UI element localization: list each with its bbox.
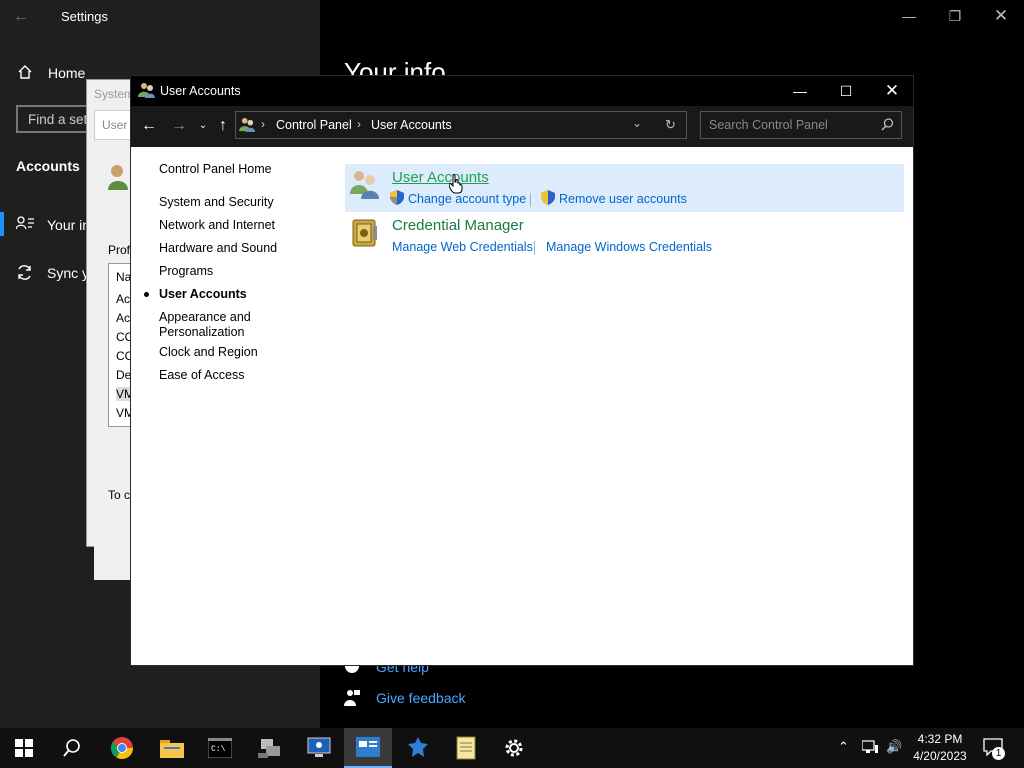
breadcrumb-control-panel[interactable]: Control Panel — [276, 118, 352, 132]
restore-icon[interactable]: ❐ — [932, 0, 978, 32]
control-panel-window: User Accounts — ☐ ✕ ← → ⌄ ↑ › Control Pa… — [130, 75, 914, 666]
cp-content: Control Panel Home System and Security N… — [131, 147, 913, 665]
user-accounts-title-link[interactable]: User Accounts — [392, 169, 489, 186]
notepad-icon[interactable] — [442, 728, 490, 768]
svg-text:C:\: C:\ — [211, 745, 226, 754]
home-icon — [17, 64, 33, 84]
nav-sync[interactable]: Sync y — [47, 265, 89, 281]
back-icon[interactable]: ← — [138, 115, 160, 137]
nav-system-security[interactable]: System and Security — [159, 195, 274, 210]
credential-manager-title-link[interactable]: Credential Manager — [392, 217, 524, 234]
give-feedback-link[interactable]: Give feedback — [376, 690, 466, 706]
clock-date: 4/20/2023 — [913, 749, 967, 763]
cp-maximize-icon[interactable]: ☐ — [823, 75, 869, 107]
file-explorer-icon[interactable] — [148, 728, 196, 768]
app-icon[interactable] — [394, 728, 442, 768]
sysprops-title: System — [94, 87, 135, 101]
clock-time: 4:32 PM — [917, 732, 963, 746]
address-users-icon — [239, 117, 256, 137]
back-arrow-icon[interactable]: ← — [13, 8, 29, 26]
nav-home[interactable]: Home — [48, 65, 85, 81]
cp-search-placeholder: Search Control Panel — [709, 118, 828, 132]
category-user-accounts[interactable]: User Accounts Change account type Remove… — [345, 164, 904, 212]
shield-icon — [541, 190, 555, 210]
hand-cursor-icon — [448, 174, 463, 199]
active-bullet — [144, 292, 149, 297]
volume-icon[interactable]: 🔊 — [886, 739, 902, 755]
start-windows-icon[interactable] — [0, 728, 48, 768]
search-icon[interactable] — [881, 118, 894, 136]
network-app-icon[interactable] — [246, 728, 294, 768]
nav-ease-of-access[interactable]: Ease of Access — [159, 368, 244, 383]
chrome-icon[interactable] — [98, 728, 146, 768]
cp-close-icon[interactable]: ✕ — [869, 75, 915, 107]
control-panel-home-link[interactable]: Control Panel Home — [159, 162, 272, 177]
nav-appearance[interactable]: Appearance and Personalization — [159, 310, 269, 340]
taskbar-search-icon[interactable] — [48, 728, 96, 768]
person-list-icon — [15, 216, 34, 233]
cp-address-row: ← → ⌄ ↑ › Control Panel › User Accounts … — [131, 106, 913, 147]
nav-clock-region[interactable]: Clock and Region — [159, 345, 258, 360]
settings-gear-icon[interactable] — [490, 728, 538, 768]
manage-windows-credentials-link[interactable]: Manage Windows Credentials — [546, 240, 712, 254]
recent-dropdown-icon[interactable]: ⌄ — [192, 115, 214, 137]
refresh-icon[interactable]: ↻ — [665, 117, 676, 133]
network-icon[interactable] — [861, 740, 878, 759]
selected-indicator — [0, 212, 4, 236]
show-hidden-icons-icon[interactable]: ⌃ — [838, 739, 849, 755]
profiles-label: Prof — [108, 243, 131, 257]
cp-title: User Accounts — [160, 84, 241, 98]
clock[interactable]: 4:32 PM 4/20/2023 — [910, 732, 970, 763]
search-placeholder: Find a set — [28, 112, 88, 127]
feedback-icon — [344, 689, 360, 712]
nav-network-internet[interactable]: Network and Internet — [159, 218, 275, 233]
address-dropdown-icon[interactable]: ⌄ — [632, 116, 642, 130]
taskbar: C:\ ⌃ 🔊 4:32 PM 4/20/2023 1 — [0, 728, 1024, 768]
minimize-icon[interactable]: — — [886, 0, 932, 32]
system-properties-body: User Prof Na Ac Ac CC CC De VM VM To c — [94, 110, 136, 580]
cp-search-input[interactable]: Search Control Panel — [700, 111, 902, 139]
accounts-heading: Accounts — [16, 158, 80, 174]
command-prompt-icon[interactable]: C:\ — [196, 728, 244, 768]
remote-desktop-icon[interactable] — [295, 728, 343, 768]
remove-user-accounts-link[interactable]: Remove user accounts — [559, 192, 687, 206]
nav-programs[interactable]: Programs — [159, 264, 213, 279]
users-icon — [108, 162, 130, 195]
up-icon[interactable]: ↑ — [212, 115, 234, 137]
close-icon[interactable]: ✕ — [978, 0, 1024, 32]
breadcrumb-user-accounts[interactable]: User Accounts — [371, 118, 452, 132]
cp-titlebar: User Accounts — ☐ ✕ — [131, 76, 913, 106]
nav-hardware-sound[interactable]: Hardware and Sound — [159, 241, 277, 256]
change-account-type-link[interactable]: Change account type — [408, 192, 526, 206]
category-credential-manager[interactable]: Credential Manager Manage Web Credential… — [345, 215, 904, 263]
user-accounts-icon — [138, 82, 156, 103]
credential-manager-icon — [351, 218, 379, 253]
breadcrumb-chevron-icon[interactable]: › — [261, 117, 265, 131]
address-bar[interactable]: › Control Panel › User Accounts ⌄ ↻ — [235, 111, 687, 139]
breadcrumb-chevron-icon[interactable]: › — [357, 117, 361, 131]
forward-icon[interactable]: → — [168, 115, 190, 137]
link-separator — [530, 193, 531, 207]
link-separator — [534, 241, 535, 255]
sysprops-footer: To c — [108, 488, 131, 502]
settings-title: Settings — [61, 9, 108, 24]
nav-user-accounts[interactable]: User Accounts — [159, 287, 247, 302]
manage-web-credentials-link[interactable]: Manage Web Credentials — [392, 240, 533, 254]
notification-badge: 1 — [992, 747, 1005, 760]
user-accounts-category-icon — [349, 168, 381, 205]
settings-search-input[interactable]: Find a set — [16, 105, 96, 133]
control-panel-taskbar-icon[interactable] — [344, 728, 392, 768]
nav-your-info[interactable]: Your in — [47, 217, 90, 233]
cp-minimize-icon[interactable]: — — [777, 75, 823, 107]
sync-icon — [16, 264, 33, 284]
shield-icon — [390, 190, 404, 210]
